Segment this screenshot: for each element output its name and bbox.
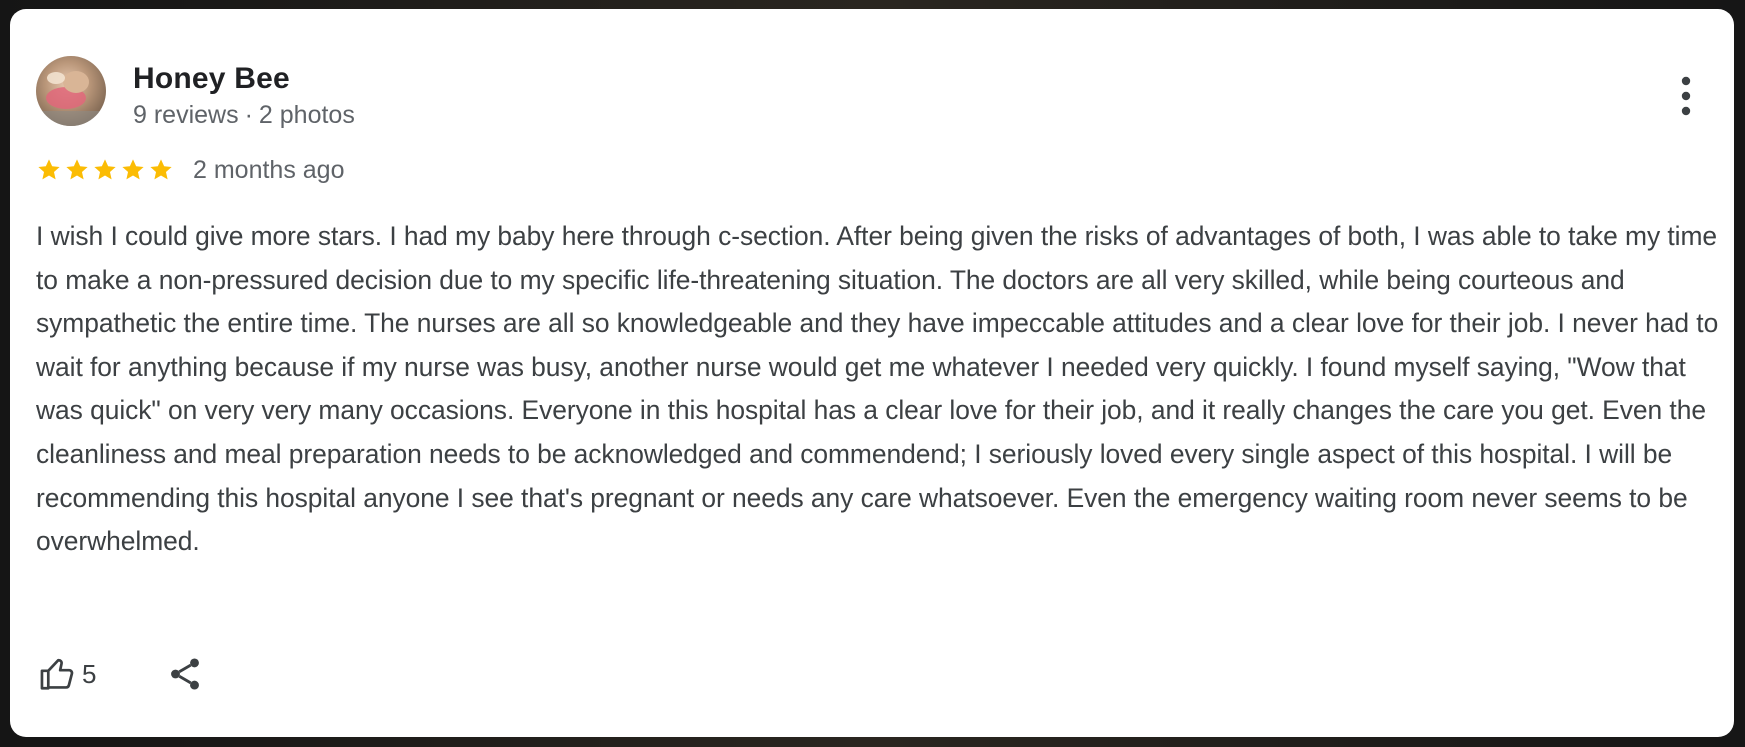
star-icon <box>64 157 90 183</box>
like-count: 5 <box>82 658 97 689</box>
star-icon <box>148 157 174 183</box>
author-reviews-count[interactable]: 9 reviews <box>133 101 239 130</box>
star-rating <box>36 157 174 183</box>
share-icon <box>171 658 200 690</box>
review-text: I wish I could give more stars. I had my… <box>36 221 1719 557</box>
review-card: Honey Bee 9 reviews · 2 photos 2 months … <box>10 9 1734 737</box>
meta-separator: · <box>244 101 253 129</box>
more-options-button[interactable] <box>1670 71 1702 121</box>
rating-row: 2 months ago <box>36 152 345 188</box>
share-button[interactable] <box>166 655 204 693</box>
star-icon <box>36 157 62 183</box>
like-button[interactable]: 5 <box>38 655 96 693</box>
more-vertical-icon <box>1681 76 1691 116</box>
author-photos-count[interactable]: 2 photos <box>259 101 355 130</box>
star-icon <box>92 157 118 183</box>
review-actions: 5 <box>38 649 204 699</box>
author-name[interactable]: Honey Bee <box>133 62 290 96</box>
author-meta: 9 reviews · 2 photos <box>133 101 355 130</box>
star-icon <box>120 157 146 183</box>
thumbs-up-icon <box>38 655 76 693</box>
author-avatar[interactable] <box>36 56 106 126</box>
avatar-image <box>36 56 106 126</box>
review-age: 2 months ago <box>193 155 345 184</box>
